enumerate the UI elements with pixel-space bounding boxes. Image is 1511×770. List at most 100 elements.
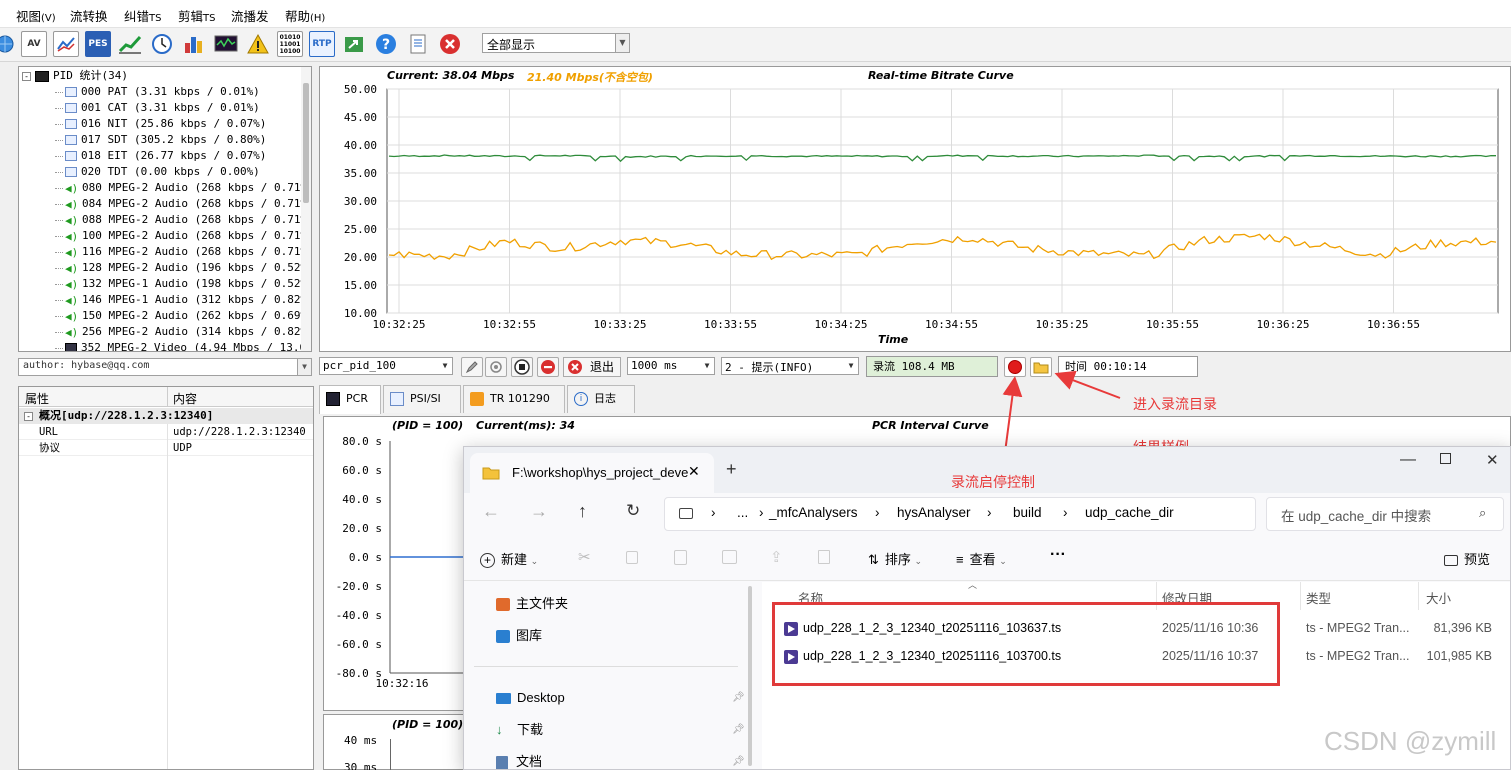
explorer-tab[interactable]: F:\workshop\hys_project_deve ✕	[470, 453, 714, 493]
window-close-icon[interactable]: ✕	[1486, 451, 1499, 469]
tab-close-icon[interactable]: ✕	[688, 463, 700, 480]
record-button[interactable]	[1004, 357, 1026, 377]
pin-icon[interactable]: 📌︎	[732, 724, 745, 735]
breadcrumb-item[interactable]: build	[1013, 505, 1042, 520]
tree-item[interactable]: ◀) 132 MPEG-1 Audio (198 kbps / 0.52%)	[55, 276, 311, 292]
scrollbar-thumb[interactable]	[303, 83, 309, 203]
clock-icon[interactable]	[149, 31, 175, 57]
rename-icon[interactable]	[722, 550, 737, 564]
tab-pcr[interactable]: PCR	[319, 385, 381, 414]
tree-item[interactable]: ◀) 116 MPEG-2 Audio (268 kbps / 0.71%)	[55, 244, 311, 260]
help-icon[interactable]: ?	[373, 31, 399, 57]
collapse-icon[interactable]: -	[24, 412, 33, 421]
pin-icon[interactable]: 📌︎	[732, 692, 745, 703]
tree-item[interactable]: ◀) 088 MPEG-2 Audio (268 kbps / 0.71%)	[55, 212, 311, 228]
menu-stream-convert[interactable]: 流转换	[70, 6, 108, 25]
nav-documents[interactable]: 文档	[496, 750, 542, 769]
copy-icon[interactable]	[626, 551, 638, 564]
nav-gallery[interactable]: 图库	[496, 624, 542, 648]
doc-icon[interactable]	[405, 31, 431, 57]
tree-root[interactable]: - PID 统计(34)	[22, 68, 128, 84]
nav-desktop[interactable]: Desktop	[496, 686, 565, 710]
pcr-pid-select[interactable]: pcr_pid_100 ▼	[319, 357, 453, 375]
tab-log[interactable]: i 日志	[567, 385, 635, 413]
maximize-icon[interactable]	[1440, 453, 1451, 464]
share-icon[interactable]: ⇪	[770, 548, 783, 566]
rtp-icon[interactable]: RTP	[309, 31, 335, 57]
tree-item[interactable]: ◀) 256 MPEG-2 Audio (314 kbps / 0.82%)	[55, 324, 311, 340]
column-size[interactable]: 大小	[1426, 588, 1451, 607]
display-filter-select[interactable]: 全部显示 ▼	[482, 33, 630, 53]
tab-psi-si[interactable]: PSI/SI	[383, 385, 461, 413]
tree-scrollbar[interactable]	[301, 67, 311, 351]
new-tab-icon[interactable]: +	[726, 459, 737, 480]
collapse-icon[interactable]: -	[22, 71, 31, 81]
refresh-icon[interactable]: ↻	[626, 501, 640, 521]
new-button[interactable]: + 新建 ⌄	[480, 549, 538, 568]
search-input[interactable]: 在 udp_cache_dir 中搜索 ⌕	[1266, 497, 1504, 531]
menu-help[interactable]: 帮助(H)	[285, 6, 325, 25]
exit-button[interactable]: 退出	[563, 357, 621, 377]
delete-icon[interactable]	[818, 550, 830, 564]
tree-item[interactable]: ◀) 084 MPEG-2 Audio (268 kbps / 0.71%)	[55, 196, 311, 212]
close-icon[interactable]	[437, 31, 463, 57]
menu-ts-edit[interactable]: 剪辑TS	[178, 6, 215, 25]
tree-item[interactable]: ◀) 146 MPEG-1 Audio (312 kbps / 0.82%)	[55, 292, 311, 308]
trend-icon[interactable]	[53, 31, 79, 57]
sort-button[interactable]: ⇅ 排序 ⌄	[868, 549, 922, 568]
menu-ts-correct[interactable]: 纠错TS	[124, 6, 161, 25]
column-type[interactable]: 类型	[1306, 588, 1331, 607]
breadcrumb[interactable]: › ... › _mfcAnalysers › hysAnalyser › bu…	[664, 497, 1256, 531]
nav-home[interactable]: 主文件夹	[496, 592, 568, 616]
breadcrumb-item[interactable]: udp_cache_dir	[1085, 505, 1174, 520]
interval-select[interactable]: 1000 ms ▼	[627, 357, 715, 375]
more-button[interactable]: ···	[1050, 546, 1066, 564]
tree-item[interactable]: ◀) 080 MPEG-2 Audio (268 kbps / 0.71%)	[55, 180, 311, 196]
menu-view[interactable]: 视图(V)	[16, 6, 56, 25]
binary-icon[interactable]: 01010 11001 10100	[277, 31, 303, 57]
column-value[interactable]: 内容	[173, 390, 197, 407]
tree-item[interactable]: 017 SDT (305.2 kbps / 0.80%)	[55, 132, 266, 148]
minimize-icon[interactable]: —	[1400, 451, 1416, 469]
bar-chart-icon[interactable]	[181, 31, 207, 57]
menu-stream-broadcast[interactable]: 流播发	[231, 6, 269, 25]
back-icon[interactable]: ←	[482, 501, 500, 522]
globe-icon[interactable]	[0, 31, 18, 57]
tree-item[interactable]: 020 TDT (0.00 kbps / 0.00%)	[55, 164, 260, 180]
view-button[interactable]: ≡ 查看 ⌄	[956, 549, 1007, 568]
tree-item[interactable]: 001 CAT (3.31 kbps / 0.01%)	[55, 100, 260, 116]
tree-item[interactable]: ◀) 150 MPEG-2 Audio (262 kbps / 0.69%)	[55, 308, 311, 324]
tree-item[interactable]: ◀) 100 MPEG-2 Audio (268 kbps / 0.71%)	[55, 228, 311, 244]
folder-open-button[interactable]	[1030, 357, 1052, 377]
preview-button[interactable]: 预览	[1444, 549, 1490, 568]
tree-item[interactable]: 352 MPEG-2 Video (4.94 Mbps / 13.01%)	[55, 340, 311, 351]
breadcrumb-item[interactable]: hysAnalyser	[897, 505, 971, 520]
stop-icon[interactable]	[511, 357, 533, 377]
author-field[interactable]: author: hybase@qq.com ▼	[18, 358, 312, 376]
edit-icon[interactable]	[461, 357, 483, 377]
log-level-select[interactable]: 2 - 提示(INFO) ▼	[721, 357, 859, 375]
minus-icon[interactable]	[537, 357, 559, 377]
pin-icon[interactable]: 📌︎	[732, 756, 745, 767]
av-icon[interactable]: AV	[21, 31, 47, 57]
tab-tr101290[interactable]: TR 101290	[463, 385, 565, 413]
tree-item[interactable]: ◀) 128 MPEG-2 Audio (196 kbps / 0.52%)	[55, 260, 311, 276]
up-icon[interactable]: ↑	[578, 501, 587, 522]
tree-item[interactable]: 000 PAT (3.31 kbps / 0.01%)	[55, 84, 260, 100]
tree-item[interactable]: 018 EIT (26.77 kbps / 0.07%)	[55, 148, 266, 164]
bitrate-icon[interactable]	[117, 31, 143, 57]
nav-scrollbar[interactable]	[748, 586, 752, 766]
paste-icon[interactable]	[674, 550, 687, 565]
pes-icon[interactable]: PES	[85, 31, 111, 57]
property-group[interactable]: - 概况[udp://228.1.2.3:12340]	[19, 408, 313, 424]
column-attr[interactable]: 属性	[25, 390, 49, 407]
export-icon[interactable]	[341, 31, 367, 57]
monitor-icon[interactable]	[213, 31, 239, 57]
nav-downloads[interactable]: ↓ 下载	[496, 718, 543, 742]
breadcrumb-item[interactable]: _mfcAnalysers	[769, 505, 858, 520]
forward-icon[interactable]: →	[530, 501, 548, 522]
warning-icon[interactable]	[245, 31, 271, 57]
breadcrumb-item[interactable]: ...	[737, 505, 748, 520]
target-icon[interactable]	[485, 357, 507, 377]
cut-icon[interactable]: ✂	[578, 548, 591, 566]
